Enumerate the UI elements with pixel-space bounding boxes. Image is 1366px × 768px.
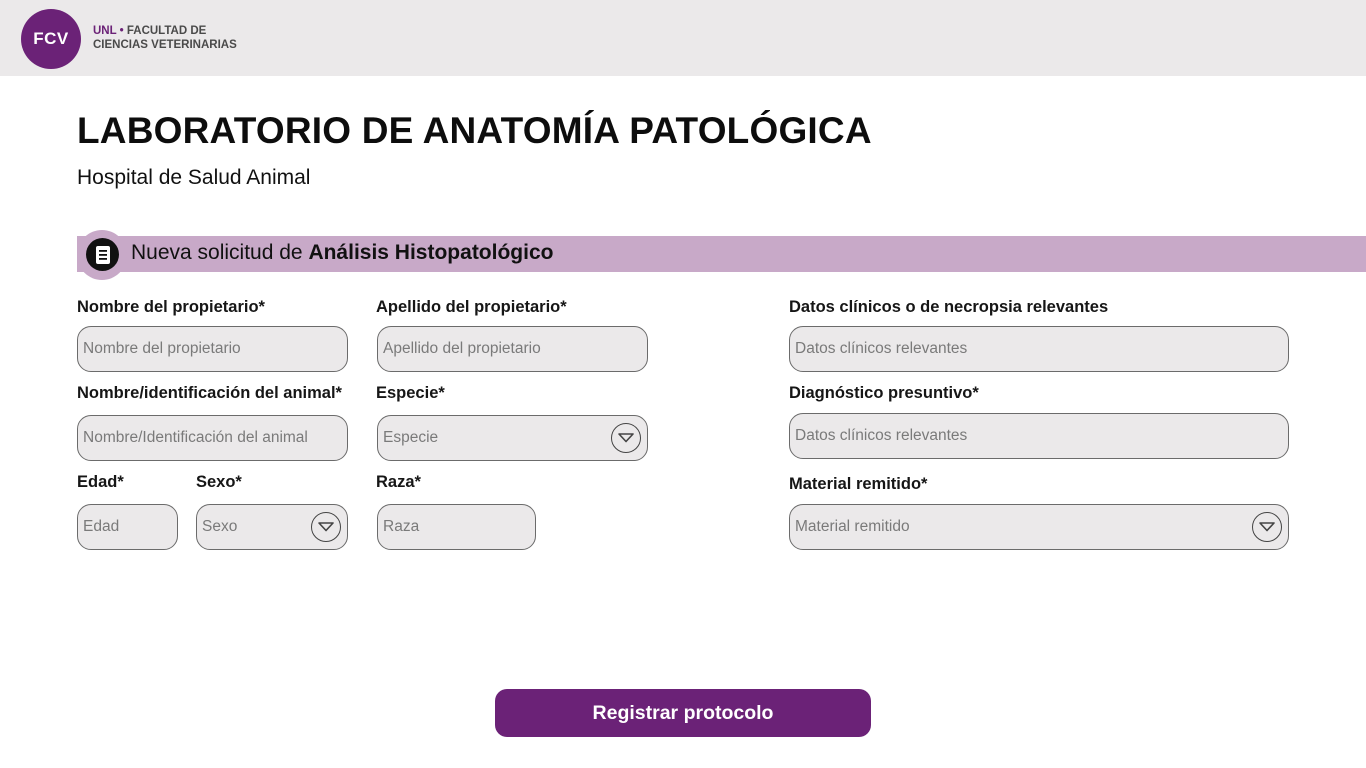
section-title: Nueva solicitud de Análisis Histopatológ… bbox=[131, 241, 553, 265]
material-placeholder: Material remitido bbox=[795, 518, 910, 535]
logo-line2: CIENCIAS VETERINARIAS bbox=[93, 38, 237, 51]
species-label: Especie* bbox=[376, 384, 445, 402]
owner-last-name-input[interactable] bbox=[383, 327, 647, 371]
owner-last-name-field[interactable] bbox=[377, 326, 648, 372]
clinical-data-field[interactable] bbox=[789, 326, 1289, 372]
chevron-down-icon[interactable] bbox=[611, 423, 641, 453]
owner-first-name-input[interactable] bbox=[83, 327, 347, 371]
presumptive-diagnosis-field[interactable] bbox=[789, 413, 1289, 459]
register-protocol-button[interactable]: Registrar protocolo bbox=[495, 689, 871, 737]
section-title-bold: Análisis Histopatológico bbox=[308, 241, 554, 264]
breed-input[interactable] bbox=[383, 505, 535, 549]
clinical-data-label: Datos clínicos o de necropsia relevantes bbox=[789, 298, 1109, 316]
animal-id-field[interactable] bbox=[77, 415, 348, 461]
logo-separator: • bbox=[119, 25, 124, 37]
sex-select[interactable]: Sexo bbox=[196, 504, 348, 550]
species-placeholder: Especie bbox=[383, 429, 439, 446]
fcv-logo[interactable]: FCV bbox=[21, 9, 81, 69]
owner-first-name-field[interactable] bbox=[77, 326, 348, 372]
species-select[interactable]: Especie bbox=[377, 415, 648, 461]
faculty-name: UNL • FACULTAD DE CIENCIAS VETERINARIAS bbox=[93, 25, 237, 52]
logo-initials: FCV bbox=[33, 29, 69, 48]
clinical-data-input[interactable] bbox=[795, 327, 1288, 371]
age-label: Edad* bbox=[77, 473, 124, 491]
section-title-prefix: Nueva solicitud de bbox=[131, 241, 309, 264]
breed-label: Raza* bbox=[376, 473, 421, 491]
material-select[interactable]: Material remitido bbox=[789, 504, 1289, 550]
material-label: Material remitido* bbox=[789, 475, 928, 493]
sex-placeholder: Sexo bbox=[202, 518, 238, 535]
animal-id-input[interactable] bbox=[83, 416, 347, 460]
sex-label: Sexo* bbox=[196, 473, 242, 491]
age-input[interactable] bbox=[83, 505, 177, 549]
owner-first-name-label: Nombre del propietario* bbox=[77, 298, 265, 316]
page-subtitle: Hospital de Salud Animal bbox=[77, 166, 311, 189]
presumptive-diagnosis-label: Diagnóstico presuntivo* bbox=[789, 384, 979, 402]
document-icon bbox=[86, 238, 119, 271]
animal-id-label: Nombre/identificación del animal* bbox=[77, 384, 342, 402]
owner-last-name-label: Apellido del propietario* bbox=[376, 298, 567, 316]
chevron-down-icon[interactable] bbox=[311, 512, 341, 542]
presumptive-diagnosis-input[interactable] bbox=[795, 414, 1288, 458]
page-title: LABORATORIO DE ANATOMÍA PATOLÓGICA bbox=[77, 110, 872, 151]
chevron-down-icon[interactable] bbox=[1252, 512, 1282, 542]
logo-line1: FACULTAD DE bbox=[126, 25, 207, 37]
age-field[interactable] bbox=[77, 504, 178, 550]
top-header: FCV UNL • FACULTAD DE CIENCIAS VETERINAR… bbox=[0, 0, 1366, 76]
breed-field[interactable] bbox=[377, 504, 536, 550]
logo-unl: UNL bbox=[93, 25, 117, 37]
